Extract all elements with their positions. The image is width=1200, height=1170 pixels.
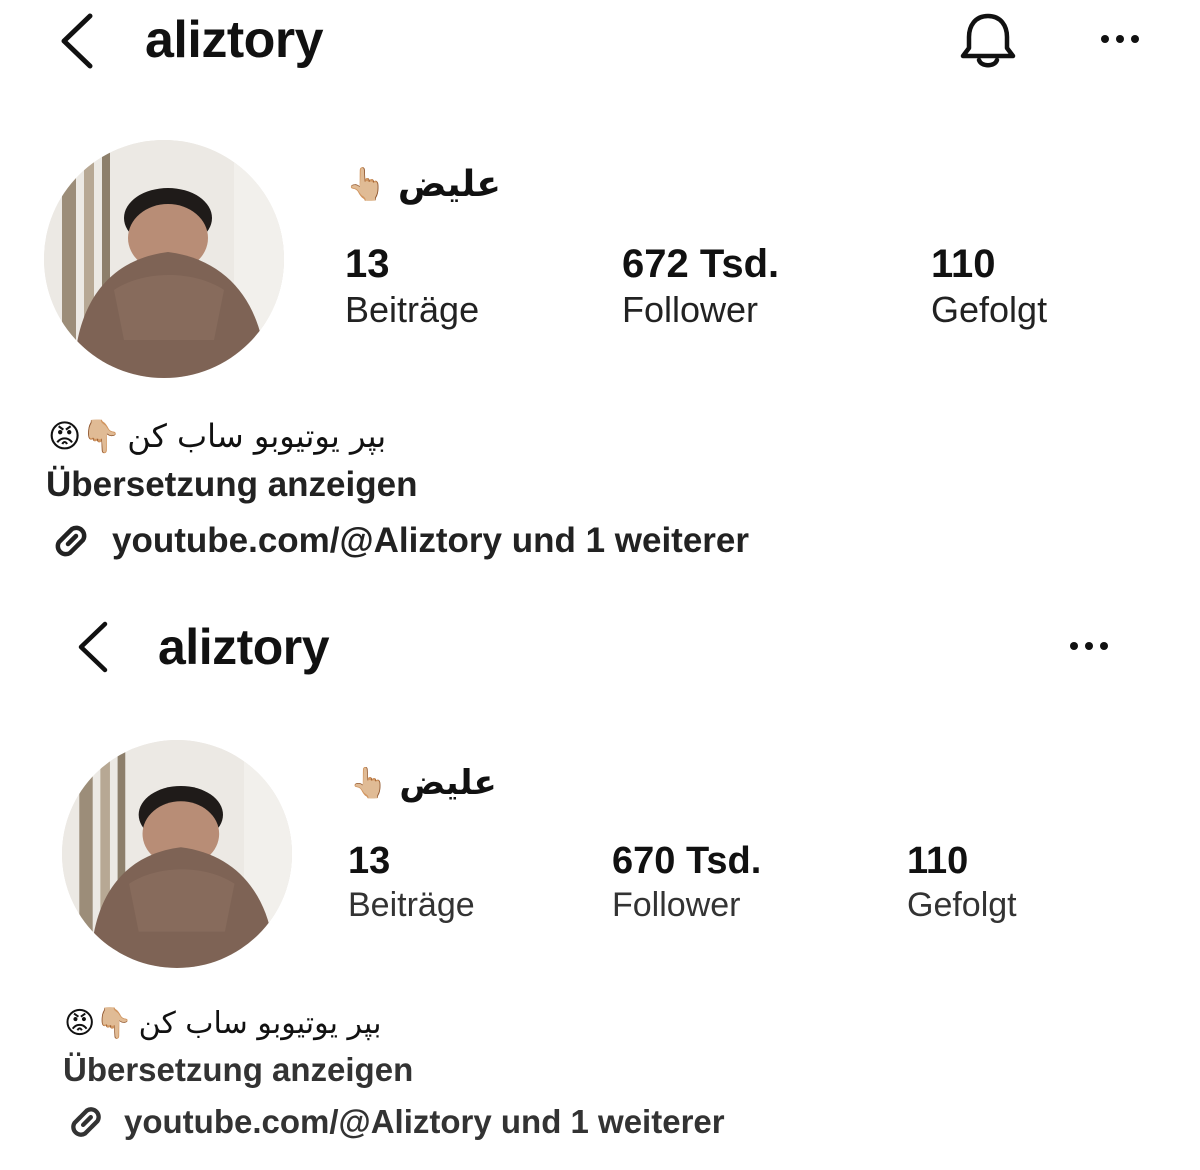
back-button[interactable] [56, 12, 100, 70]
stat-followers-label: Follower [612, 886, 741, 924]
notifications-button[interactable] [956, 10, 1020, 72]
profile-screenshot-1: aliztory 👆🏼 عليض 13 Beiträge 672 Tsd. Fo… [0, 0, 1200, 590]
stat-followers-value: 672 Tsd. [622, 242, 780, 286]
more-options-button[interactable] [1064, 634, 1114, 658]
more-options-button[interactable] [1094, 26, 1146, 52]
display-name: عليض [399, 763, 497, 803]
stat-posts-value: 13 [348, 840, 391, 882]
profile-username: aliztory [158, 619, 330, 675]
stat-followers-label: Follower [622, 289, 759, 330]
stat-following-label: Gefolgt [907, 886, 1017, 924]
stat-following[interactable]: 110 Gefolgt [931, 240, 1047, 332]
show-translation-link[interactable]: Übersetzung anzeigen [46, 464, 417, 506]
stat-following-value: 110 [931, 242, 996, 286]
pointing-up-emoji: 👆🏼 [350, 766, 388, 800]
chevron-left-icon [78, 621, 108, 673]
stat-followers[interactable]: 670 Tsd. Follower [612, 838, 761, 926]
bio-emojis: 😡👇🏼 [48, 417, 122, 455]
stat-following[interactable]: 110 Gefolgt [907, 838, 1017, 926]
profile-avatar[interactable] [44, 140, 284, 378]
bell-icon [960, 13, 1016, 68]
stat-following-value: 110 [907, 840, 969, 882]
more-horizontal-icon [1070, 642, 1108, 650]
link-icon [71, 1107, 101, 1137]
bio-text: بپر یوتیوبو ساب کن [138, 1005, 382, 1041]
display-name-row: 👆🏼 عليض [350, 760, 515, 806]
back-button[interactable] [74, 620, 114, 674]
display-name-row: 👆🏼 عليض [346, 160, 516, 208]
profile-link-text: youtube.com/@Aliztory und 1 weiterer [124, 1103, 725, 1140]
avatar-photo [62, 740, 292, 968]
display-name: عليض [397, 163, 501, 205]
profile-link[interactable]: youtube.com/@Aliztory und 1 weiterer [62, 1098, 725, 1146]
chevron-left-icon [61, 13, 93, 69]
stat-following-label: Gefolgt [931, 289, 1048, 330]
stat-posts[interactable]: 13 Beiträge [348, 838, 475, 926]
bio-line: 😡👇🏼 بپر یوتیوبو ساب کن [64, 1002, 464, 1044]
stat-followers-value: 670 Tsd. [612, 840, 762, 882]
stat-followers[interactable]: 672 Tsd. Follower [622, 240, 779, 332]
profile-username: aliztory [145, 11, 324, 69]
profile-avatar[interactable] [62, 740, 292, 968]
more-horizontal-icon [1101, 35, 1139, 43]
bio-emojis: 😡👇🏼 [64, 1005, 133, 1041]
stat-posts-label: Beiträge [345, 289, 480, 330]
stat-posts-value: 13 [345, 242, 390, 286]
profile-link[interactable]: youtube.com/@Aliztory und 1 weiterer [46, 516, 749, 566]
profile-screenshot-2: aliztory 👆🏼 عليض 13 Beiträge 670 Tsd. Fo… [0, 590, 1200, 1170]
pointing-up-emoji: 👆🏼 [346, 166, 386, 202]
bio-line: 😡👇🏼 بپر یوتیوبو ساب کن [48, 414, 458, 458]
bio-text: بپر یوتیوبو ساب کن [127, 417, 387, 455]
show-translation-link[interactable]: Übersetzung anzeigen [63, 1050, 413, 1090]
avatar-photo [44, 140, 284, 378]
stat-posts[interactable]: 13 Beiträge [345, 240, 479, 332]
link-icon [55, 525, 87, 557]
stat-posts-label: Beiträge [348, 886, 475, 924]
profile-link-text: youtube.com/@Aliztory und 1 weiterer [112, 521, 750, 560]
